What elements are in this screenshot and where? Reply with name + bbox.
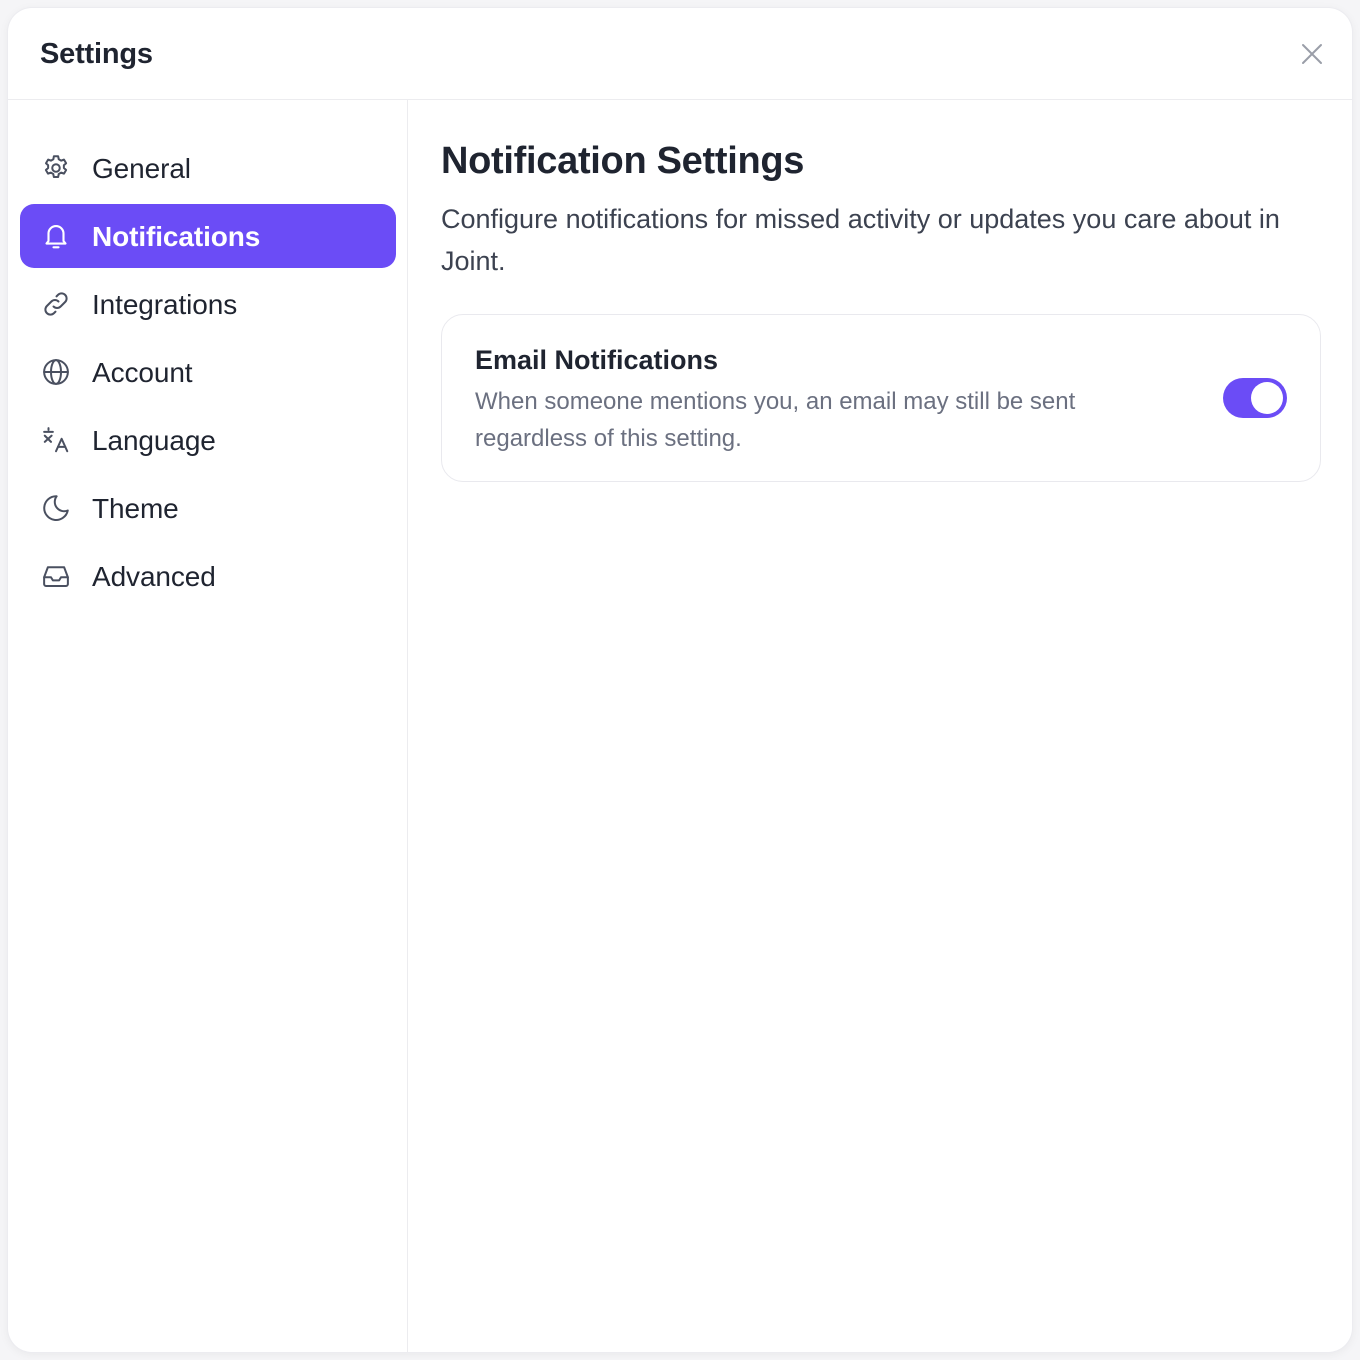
sidebar-item-label: Integrations bbox=[92, 289, 238, 320]
email-notifications-description: When someone mentions you, an email may … bbox=[475, 388, 1076, 452]
dialog-title: Settings bbox=[40, 38, 153, 70]
close-icon bbox=[1302, 44, 1322, 64]
link-icon bbox=[40, 288, 72, 320]
toggle-knob bbox=[1251, 382, 1283, 414]
sidebar-item-theme[interactable]: Theme bbox=[20, 476, 396, 540]
sidebar-item-label: Advanced bbox=[92, 561, 216, 592]
inbox-icon bbox=[40, 560, 72, 592]
sidebar-item-label: Language bbox=[92, 425, 216, 456]
gear-icon bbox=[40, 152, 72, 184]
email-notifications-title: Email Notifications bbox=[475, 345, 719, 375]
email-notifications-card: Email Notifications When someone mention… bbox=[441, 314, 1321, 482]
sidebar-item-language[interactable]: Language bbox=[20, 408, 396, 472]
sidebar-item-advanced[interactable]: Advanced bbox=[20, 544, 396, 608]
close-button[interactable] bbox=[1298, 40, 1326, 68]
sidebar-item-label: Theme bbox=[92, 493, 179, 524]
settings-content: Notification Settings Configure notifica… bbox=[409, 100, 1352, 1352]
sidebar-item-label: General bbox=[92, 153, 191, 184]
sidebar-item-integrations[interactable]: Integrations bbox=[20, 272, 396, 336]
moon-icon bbox=[40, 492, 72, 524]
email-notifications-toggle[interactable] bbox=[1223, 378, 1287, 418]
globe-icon bbox=[40, 356, 72, 388]
sidebar-item-general[interactable]: General bbox=[20, 136, 396, 200]
dialog-header: Settings bbox=[8, 8, 1352, 100]
bell-icon bbox=[40, 220, 72, 252]
settings-sidebar: General Notifications Integrations Accou… bbox=[8, 100, 408, 1352]
page-title: Notification Settings bbox=[441, 140, 805, 182]
translate-icon bbox=[40, 424, 72, 456]
sidebar-item-label: Account bbox=[92, 357, 193, 388]
sidebar-item-label: Notifications bbox=[92, 221, 261, 252]
sidebar-item-account[interactable]: Account bbox=[20, 340, 396, 404]
page-description: Configure notifications for missed activ… bbox=[441, 204, 1280, 276]
settings-dialog: Settings General Notifications Integrati… bbox=[8, 8, 1352, 1352]
sidebar-item-notifications[interactable]: Notifications bbox=[20, 204, 396, 268]
